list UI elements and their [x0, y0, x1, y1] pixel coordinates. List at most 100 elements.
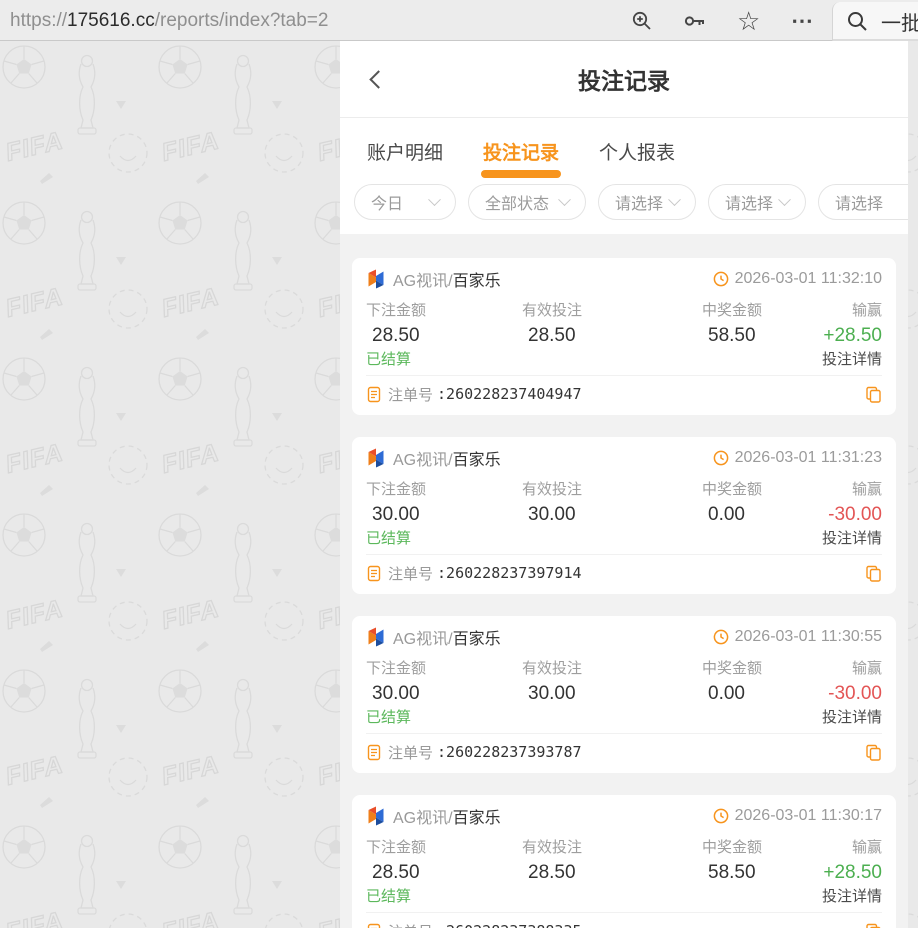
- tab-label: 投注记录: [483, 142, 560, 164]
- profit-loss-label: 输赢: [851, 481, 882, 498]
- order-note-icon: [367, 565, 381, 581]
- bet-amount-label: 下注金额: [366, 660, 427, 677]
- url-path: /reports/index?tab=2: [154, 10, 329, 31]
- filter-select-dropdown-2[interactable]: 请选择: [708, 184, 806, 220]
- profit-loss-value: +28.50: [823, 325, 882, 346]
- game-name: 百家乐: [452, 452, 501, 469]
- bet-timestamp: 2026-03-01 11:30:17: [713, 807, 882, 825]
- win-amount-label: 中奖金额: [702, 660, 763, 677]
- tab-bet-records[interactable]: 投注记录: [481, 118, 562, 184]
- order-number-label: 注单号: [388, 565, 434, 583]
- valid-bet-value: 30.00: [528, 683, 576, 704]
- bet-timestamp: 2026-03-01 11:31:23: [713, 449, 882, 467]
- order-number-row: 注单号 :260228237393787: [366, 733, 882, 762]
- tab-account-detail[interactable]: 账户明细: [365, 118, 445, 184]
- bookmark-star-icon[interactable]: ☆: [737, 8, 761, 34]
- bet-detail-link[interactable]: 投注详情: [822, 348, 882, 369]
- provider-name: AG视讯/: [393, 452, 453, 469]
- ag-provider-logo-icon: [368, 269, 384, 289]
- clock-icon: [713, 450, 728, 466]
- win-amount-value: 0.00: [708, 504, 745, 525]
- timestamp-text: 2026-03-01 11:32:10: [734, 270, 882, 287]
- status-row: 已结算 投注详情: [366, 348, 882, 369]
- ag-provider-logo-icon: [368, 806, 384, 826]
- tab-label: 账户明细: [367, 142, 444, 164]
- search-segment-label: 一批: [881, 13, 918, 35]
- filter-date-dropdown[interactable]: 今日: [354, 184, 456, 220]
- filter-status-dropdown[interactable]: 全部状态: [468, 184, 586, 220]
- win-amount-value: 58.50: [708, 325, 756, 346]
- order-number-digits: 260228237397914: [446, 564, 582, 582]
- bet-amount-label: 下注金额: [366, 839, 427, 856]
- bet-amount-value: 30.00: [372, 504, 420, 525]
- card-header: AG视讯/百家乐 2026-03-01 11:30:17: [366, 805, 882, 827]
- order-number-value: :260228237404947: [437, 385, 582, 403]
- app-viewport: FIFA 投注记录 账户明细: [0, 41, 918, 928]
- bet-amount-value: 28.50: [372, 862, 420, 883]
- order-number-digits: 260228237388335: [446, 922, 581, 928]
- url-domain: 175616.cc: [67, 10, 155, 31]
- status-row: 已结算 投注详情: [366, 885, 882, 906]
- order-number-value: :260228237388335: [437, 922, 582, 928]
- filter-label: 请选择: [615, 196, 664, 213]
- filter-bar: 今日 全部状态 请选择 请选择 请选择: [340, 184, 908, 234]
- bet-amount-label: 下注金额: [366, 481, 427, 498]
- zoom-in-icon[interactable]: [630, 9, 654, 33]
- settled-status-badge: 已结算: [366, 351, 412, 368]
- timestamp-text: 2026-03-01 11:30:17: [734, 807, 882, 824]
- key-icon[interactable]: [683, 9, 707, 33]
- records-list[interactable]: AG视讯/百家乐 2026-03-01 11:32:10 下注金额 有效投注 中…: [340, 234, 908, 928]
- browser-search-segment[interactable]: 一批: [832, 2, 918, 41]
- valid-bet-label: 有效投注: [522, 660, 583, 677]
- valid-bet-value: 30.00: [528, 504, 576, 525]
- game-name: 百家乐: [452, 810, 501, 827]
- filter-select-dropdown-1[interactable]: 请选择: [598, 184, 696, 220]
- filter-label: 今日: [371, 196, 404, 213]
- bet-detail-link[interactable]: 投注详情: [822, 885, 882, 906]
- bet-amount-value: 28.50: [372, 325, 420, 346]
- bet-amount-value: 30.00: [372, 683, 420, 704]
- order-separator: :: [437, 385, 447, 403]
- copy-order-number-button[interactable]: [865, 565, 882, 582]
- page-title: 投注记录: [578, 68, 670, 94]
- bet-detail-link[interactable]: 投注详情: [822, 527, 882, 548]
- filter-label: 请选择: [725, 196, 774, 213]
- url-field[interactable]: https://175616.cc/reports/index?tab=2: [10, 0, 328, 41]
- order-number-digits: 260228237404947: [446, 385, 582, 403]
- chevron-down-icon: [428, 192, 441, 206]
- copy-order-number-button[interactable]: [865, 386, 882, 403]
- copy-order-number-button[interactable]: [865, 923, 882, 928]
- filter-select-dropdown-3[interactable]: 请选择: [818, 184, 908, 220]
- provider-name: AG视讯/: [393, 810, 453, 827]
- win-amount-value: 0.00: [708, 683, 745, 704]
- back-button[interactable]: [366, 66, 392, 92]
- valid-bet-label: 有效投注: [522, 302, 583, 319]
- provider-game-name: AG视讯/百家乐: [393, 446, 501, 470]
- order-number-row: 注单号 :260228237404947: [366, 375, 882, 404]
- page-header: 投注记录: [340, 41, 908, 118]
- browser-toolbar-icons: ☆ ⋯: [622, 0, 822, 41]
- tab-personal-report[interactable]: 个人报表: [597, 118, 677, 184]
- settled-status-badge: 已结算: [366, 530, 412, 547]
- bet-detail-link[interactable]: 投注详情: [822, 706, 882, 727]
- win-amount-label: 中奖金额: [702, 302, 763, 319]
- profit-loss-label: 输赢: [851, 302, 882, 319]
- chevron-down-icon: [668, 192, 681, 206]
- chevron-down-icon: [558, 192, 571, 206]
- order-number-value: :260228237393787: [437, 743, 582, 761]
- profit-loss-value: -30.00: [828, 683, 882, 704]
- bet-record-card: AG视讯/百家乐 2026-03-01 11:30:17 下注金额 有效投注 中…: [352, 795, 896, 928]
- bet-record-card: AG视讯/百家乐 2026-03-01 11:31:23 下注金额 有效投注 中…: [352, 437, 896, 594]
- valid-bet-label: 有效投注: [522, 839, 583, 856]
- settled-status-badge: 已结算: [366, 888, 412, 905]
- tab-label: 个人报表: [599, 142, 676, 164]
- menu-ellipsis-icon[interactable]: ⋯: [790, 9, 814, 33]
- settled-status-badge: 已结算: [366, 709, 412, 726]
- column-labels-row: 下注金额 有效投注 中奖金额 输赢: [366, 657, 882, 678]
- order-note-icon: [367, 386, 381, 402]
- win-amount-value: 58.50: [708, 862, 756, 883]
- copy-order-number-button[interactable]: [865, 744, 882, 761]
- provider-game-name: AG视讯/百家乐: [393, 804, 501, 828]
- column-values-row: 30.00 30.00 0.00 -30.00: [366, 683, 882, 705]
- column-labels-row: 下注金额 有效投注 中奖金额 输赢: [366, 478, 882, 499]
